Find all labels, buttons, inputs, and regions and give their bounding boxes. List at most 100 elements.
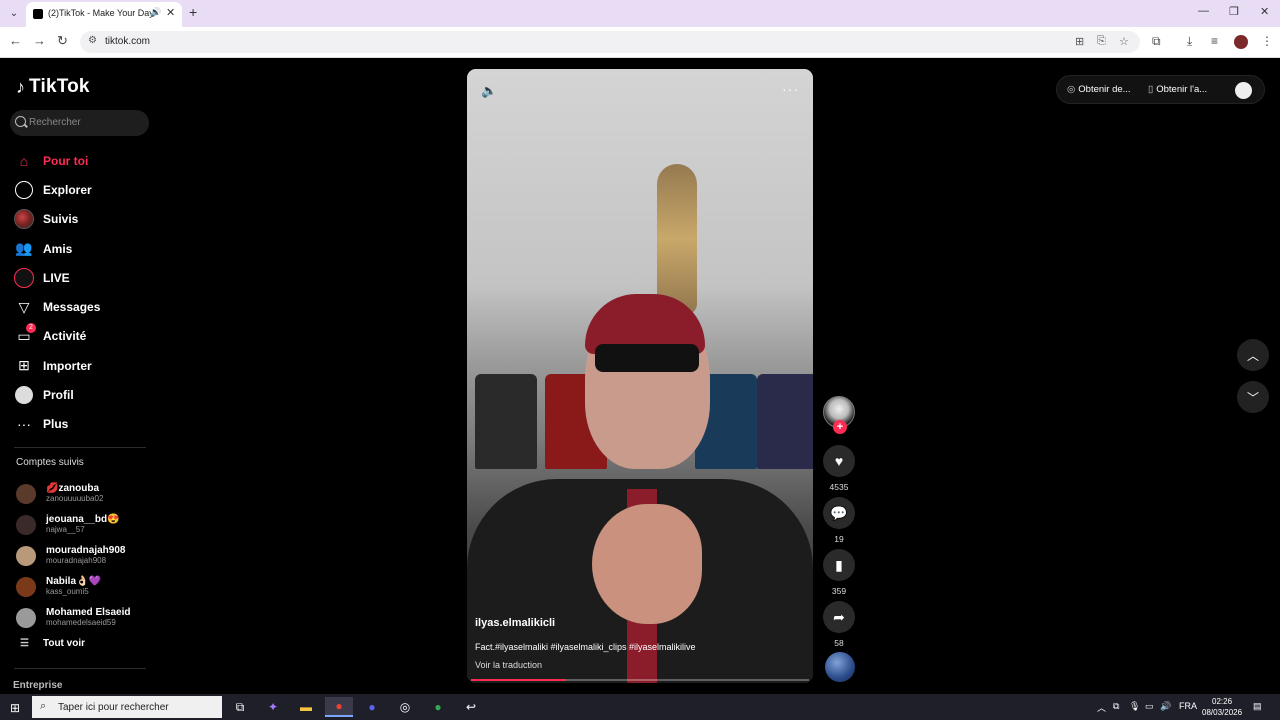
friends-icon: 👥 <box>15 240 33 257</box>
browser-profile-avatar[interactable] <box>1234 35 1248 49</box>
sidebar-item-importer[interactable]: ⊞ Importer <box>14 351 100 380</box>
avatar <box>16 576 36 597</box>
chrome-icon[interactable]: ● <box>325 697 353 717</box>
browser-tab[interactable]: (2)TikTok - Make Your Day 🔊 ✕ <box>26 2 182 27</box>
reload-icon[interactable]: ↻ <box>57 33 68 49</box>
task-view-icon[interactable]: ⧉ <box>226 697 254 717</box>
download-icon[interactable]: ⤓ <box>1187 34 1192 49</box>
bookmark-star-icon[interactable]: ☆ <box>1119 35 1129 48</box>
video-author[interactable]: ilyas.elmalikicli <box>475 617 555 629</box>
browser-menu-icon[interactable]: ⋮ <box>1261 34 1273 48</box>
sidebar-item-profil[interactable]: Profil <box>14 380 100 409</box>
save-button[interactable]: ▮ <box>823 549 855 581</box>
app-icon[interactable]: ◎ <box>391 697 419 717</box>
see-all-button[interactable]: ☰ Tout voir <box>20 638 85 649</box>
bookmark-icon: ▮ <box>835 556 843 573</box>
followed-account[interactable]: Nabila👌🏻💜 kass_oumi5 <box>16 571 130 602</box>
comment-count: 19 <box>834 534 844 544</box>
search-input[interactable]: Rechercher <box>10 110 149 136</box>
minimize-button[interactable]: — <box>1198 5 1209 17</box>
video-lamp <box>657 164 697 314</box>
tab-audio-icon[interactable]: 🔊 <box>150 7 161 18</box>
compass-icon <box>14 180 34 200</box>
sidebar-item-live[interactable]: LIVE <box>14 263 100 292</box>
followed-account[interactable]: mouradnajah908 mouradnajah908 <box>16 540 130 571</box>
notifications-icon[interactable]: ▤ <box>1253 701 1262 712</box>
tab-search-icon[interactable]: ⌄ <box>6 6 22 22</box>
clock[interactable]: 02:26 08/03/2026 <box>1202 696 1242 718</box>
video-progress-fill <box>471 679 566 681</box>
follow-plus-icon[interactable]: + <box>833 420 847 434</box>
account-handle: mohamedelsaeid59 <box>46 618 116 627</box>
sidebar-item-amis[interactable]: 👥 Amis <box>14 234 100 263</box>
sidebar-item-suivis[interactable]: Suivis <box>14 205 100 234</box>
volume-icon[interactable]: 🔈 <box>481 83 497 99</box>
sidebar-item-pour-toi[interactable]: ⌂ Pour toi <box>14 146 100 175</box>
tab-title: (2)TikTok - Make Your Day <box>48 8 154 18</box>
get-app-button[interactable]: ▯ Obtenir l'a... <box>1148 84 1207 95</box>
share-count: 58 <box>834 638 844 648</box>
microphone-icon[interactable]: 🎙 <box>1129 701 1140 712</box>
avatar <box>16 514 36 535</box>
browser-toolbar: ← → ↻ ⚙ tiktok.com ⊞ ⎘ ☆ ⧉ ⤓ ≡ ⋮ <box>0 27 1280 58</box>
sidebar-item-messages[interactable]: ▽ Messages <box>14 292 101 321</box>
tiktok-logo[interactable]: ♪ TikTok <box>16 76 90 98</box>
share-button[interactable]: ➦ <box>823 601 855 633</box>
app-arrow-icon[interactable]: ↩ <box>457 697 485 717</box>
save-count: 359 <box>831 586 847 596</box>
address-bar[interactable]: ⚙ tiktok.com ⊞ ⎘ ☆ <box>80 31 1140 53</box>
get-coins-label: Obtenir de... <box>1078 84 1131 95</box>
phone-icon: ▯ <box>1148 84 1154 95</box>
more-options-icon[interactable]: ··· <box>782 81 799 97</box>
sidebar-item-explorer[interactable]: Explorer <box>14 175 100 204</box>
extensions-icon[interactable]: ⧉ <box>1152 34 1161 49</box>
language-indicator[interactable]: FRA <box>1179 701 1197 711</box>
discord-icon[interactable]: ● <box>358 697 386 717</box>
get-coins-button[interactable]: ◎ Obtenir de... <box>1067 84 1131 95</box>
video-glasses <box>595 344 699 372</box>
account-handle: najwa__57 <box>46 525 85 534</box>
next-video-button[interactable]: ﹀ <box>1237 381 1269 413</box>
user-avatar[interactable] <box>1235 82 1252 99</box>
browser-tab-bar: ⌄ (2)TikTok - Make Your Day 🔊 ✕ + — ❐ ✕ <box>0 0 1280 27</box>
windows-start-icon[interactable]: ⊞ <box>10 701 20 715</box>
followed-account[interactable]: jeouana__bd😍 najwa__57 <box>16 509 130 540</box>
followed-account[interactable]: Mohamed Elsaeid mohamedelsaeid59 <box>16 602 130 633</box>
account-name: mouradnajah908 <box>46 545 126 556</box>
tab-close-icon[interactable]: ✕ <box>166 6 175 19</box>
sidebar-item-plus[interactable]: ··· Plus <box>14 410 100 439</box>
video-player[interactable]: 🔈 ··· ilyas.elmalikicli Fact.#ilyaselmal… <box>467 69 813 683</box>
see-translation-link[interactable]: Voir la traduction <box>475 660 542 670</box>
install-app-icon[interactable]: ⎘ <box>1097 35 1106 48</box>
file-explorer-icon[interactable]: ▬ <box>292 697 320 717</box>
video-progress-bar[interactable] <box>471 679 809 681</box>
restore-button[interactable]: ❐ <box>1229 5 1239 18</box>
like-button[interactable]: ♥ <box>823 445 855 477</box>
tray-expand-icon[interactable]: ︿ <box>1097 701 1106 714</box>
previous-video-button[interactable]: ︿ <box>1237 339 1269 371</box>
music-disc-icon[interactable] <box>825 652 855 682</box>
taskbar-search[interactable]: ⌕ Taper ici pour rechercher <box>32 696 222 718</box>
sidebar-item-activite[interactable]: ▭ 2 Activité <box>14 322 100 351</box>
sidebar-nav: ⌂ Pour toi Explorer Suivis 👥 Amis LIVE ▽… <box>14 146 100 439</box>
tiktok-favicon-icon <box>33 9 43 19</box>
chrome-profile-icon[interactable]: ● <box>424 697 452 717</box>
network-icon[interactable]: ▭ <box>1145 701 1154 712</box>
followed-account[interactable]: 💋zanouba zanouuuuuba02 <box>16 478 130 509</box>
back-icon[interactable]: ← <box>9 33 22 48</box>
comment-button[interactable]: 💬 <box>823 497 855 529</box>
enterprise-link[interactable]: Entreprise <box>13 680 62 691</box>
media-controls-icon[interactable]: ≡ <box>1211 34 1218 48</box>
forward-icon[interactable]: → <box>33 33 46 48</box>
tray-app-icon[interactable]: ⧉ <box>1113 701 1119 712</box>
video-caption[interactable]: Fact.#ilyaselmaliki #ilyaselmaliki_clips… <box>475 642 696 652</box>
close-window-button[interactable]: ✕ <box>1260 5 1269 18</box>
copilot-icon[interactable]: ✦ <box>259 697 287 717</box>
url-text[interactable]: tiktok.com <box>105 36 150 47</box>
site-info-icon[interactable]: ⚙ <box>88 35 97 46</box>
volume-tray-icon[interactable]: 🔊 <box>1160 701 1171 712</box>
new-tab-button[interactable]: + <box>189 4 197 20</box>
translate-icon[interactable]: ⊞ <box>1075 35 1084 48</box>
sidebar-item-label: Pour toi <box>43 153 89 168</box>
avatar <box>16 607 36 628</box>
